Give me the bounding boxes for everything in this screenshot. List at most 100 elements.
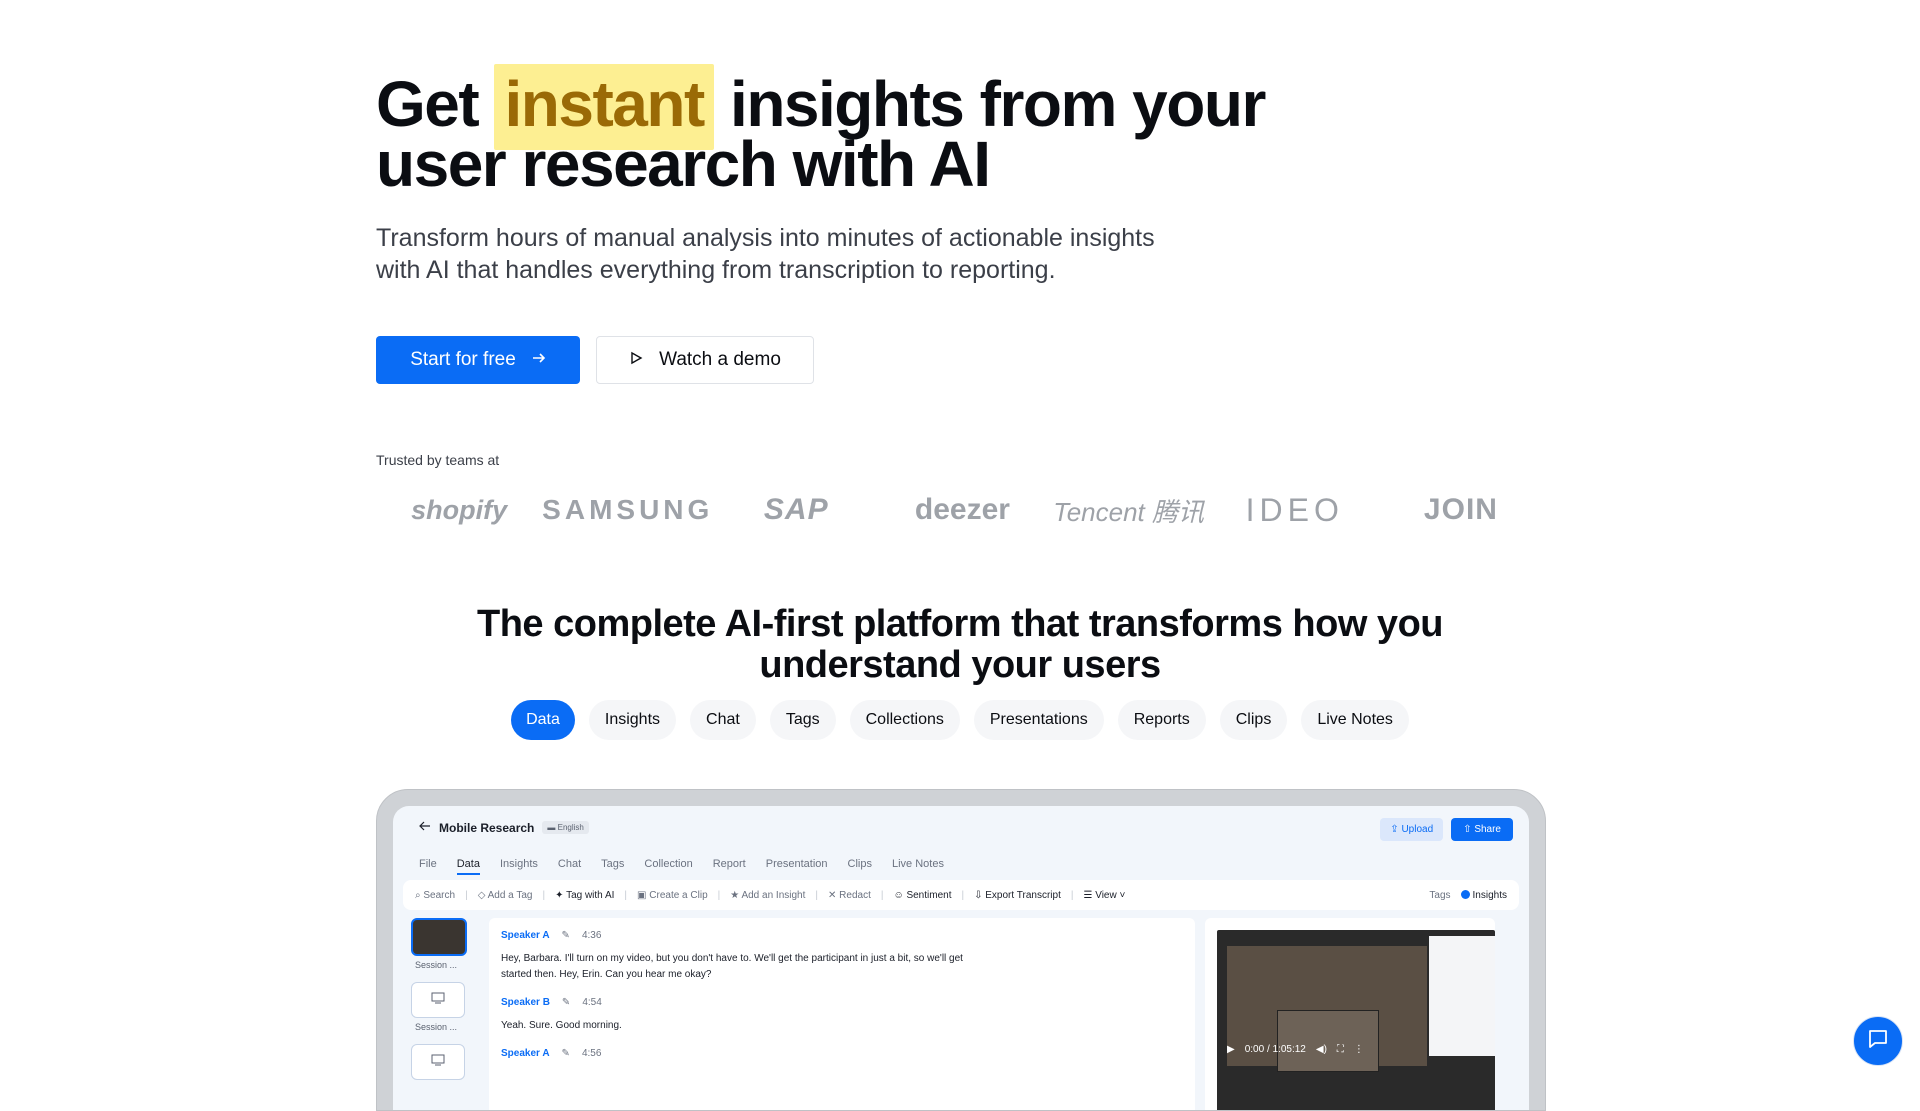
app-nav-data[interactable]: Data [456,858,480,875]
upload-label: Upload [1401,824,1434,835]
play-icon[interactable]: ▶ [1227,1044,1235,1055]
watch-demo-button[interactable]: Watch a demo [596,336,814,384]
tab-reports[interactable]: Reports [1117,700,1206,740]
logo-strip: shopify SAMSUNG SAP deezer Tencent 腾讯 ID… [376,488,1544,532]
toolbar-create-clip-label: Create a Clip [649,889,708,901]
speaker-name[interactable]: Speaker A [501,1048,550,1059]
toolbar-view[interactable]: ☰ View ˅ [1083,890,1125,901]
toolbar-redact-label: Redact [839,889,871,901]
arrow-right-icon [532,349,546,371]
toolbar-insights-label: Insights [1472,889,1507,901]
session-thumbnail[interactable] [411,918,467,956]
transcript-panel: Speaker A ✎ 4:36 Hey, Barbara. I'll turn… [489,918,1195,1110]
tab-tags[interactable]: Tags [769,700,836,740]
samsung-logo: SAMSUNG [542,494,714,525]
feature-tabs: Data Insights Chat Tags Collections Pres… [376,700,1544,740]
device-mockup: Mobile Research ▬ English ⇪ Upload ⇧ Sha… [376,789,1546,1111]
tab-clips[interactable]: Clips [1219,700,1288,740]
session-list: Session ... Session ... [411,918,467,1080]
toolbar-divider: | [624,889,628,901]
app-screen: Mobile Research ▬ English ⇪ Upload ⇧ Sha… [393,806,1529,1110]
tab-data[interactable]: Data [511,700,575,740]
language-label: English [557,823,584,832]
hero-title: Get instant insights from your user rese… [376,64,1376,196]
pencil-icon[interactable]: ✎ [562,997,570,1008]
timestamp[interactable]: 4:54 [582,997,601,1008]
app-nav-presentation[interactable]: Presentation [766,858,828,875]
toolbar-sentiment[interactable]: ☺ Sentiment [893,890,951,901]
toolbar-divider: | [961,889,965,901]
app-toolbar: ⌕ Search | ◇ Add a Tag | ✦ Tag with AI |… [403,880,1519,910]
back-arrow-icon[interactable] [419,820,431,835]
speaker-name[interactable]: Speaker B [501,997,550,1008]
shopify-logo: shopify [411,494,508,525]
toolbar-search[interactable]: ⌕ Search [415,890,455,901]
app-nav-insights[interactable]: Insights [500,858,538,875]
toolbar-create-clip[interactable]: ▣ Create a Clip [637,890,708,901]
toolbar-redact[interactable]: ✕ Redact [828,890,871,901]
video-file-icon [431,1053,445,1071]
upload-button[interactable]: ⇪ Upload [1380,818,1444,841]
timestamp[interactable]: 4:56 [582,1048,601,1059]
app-nav-collection[interactable]: Collection [644,858,692,875]
video-controls: ▶ 0:00 / 1:05:12 ◀) ⛶ ⋮ [1227,1044,1364,1055]
toolbar-tag-with-ai[interactable]: ✦ Tag with AI [555,890,614,901]
chat-support-button[interactable] [1853,1016,1903,1066]
chat-icon [1867,1028,1889,1055]
toolbar-divider: | [465,889,468,901]
deezer-logo: deezer [914,493,1010,526]
pencil-icon[interactable]: ✎ [562,930,570,941]
more-icon[interactable]: ⋮ [1354,1044,1364,1055]
app-header: Mobile Research ▬ English [419,820,589,835]
tab-presentations[interactable]: Presentations [973,700,1104,740]
tab-insights[interactable]: Insights [588,700,677,740]
join-logo: JOIN [1423,493,1498,526]
app-nav-tags[interactable]: Tags [601,858,624,875]
tab-collections[interactable]: Collections [849,700,960,740]
app-top-buttons: ⇪ Upload ⇧ Share [1380,818,1513,841]
app-nav-clips[interactable]: Clips [848,858,872,875]
fullscreen-icon[interactable]: ⛶ [1337,1044,1344,1055]
pencil-icon[interactable]: ✎ [562,1048,570,1059]
video-player[interactable]: ▶ 0:00 / 1:05:12 ◀) ⛶ ⋮ [1217,930,1495,1110]
speaker-name[interactable]: Speaker A [501,930,550,941]
toolbar-right: Tags Insights [1429,890,1507,901]
tab-live-notes[interactable]: Live Notes [1301,700,1409,740]
app-nav-file[interactable]: File [419,858,437,875]
watch-demo-label: Watch a demo [659,349,781,370]
toolbar-export-transcript-label: Export Transcript [985,889,1061,901]
video-frame-participant [1277,1010,1379,1072]
toolbar-divider: | [717,889,721,901]
app-nav-report[interactable]: Report [713,858,746,875]
toolbar-tags-toggle[interactable]: Tags [1429,890,1450,901]
toolbar-insights-toggle[interactable]: Insights [1460,889,1507,901]
toolbar-sentiment-label: Sentiment [906,889,952,901]
platform-title: The complete AI-first platform that tran… [476,603,1444,686]
start-for-free-button[interactable]: Start for free [376,336,580,384]
tab-chat[interactable]: Chat [690,700,756,740]
sap-logo: SAP [763,493,829,526]
toggle-dot-icon [1460,890,1470,900]
toolbar-add-insight[interactable]: ★ Add an Insight [730,890,805,901]
language-badge[interactable]: ▬ English [542,821,589,834]
transcript-line: Yeah. Sure. Good morning. [501,1020,622,1031]
toolbar-add-tag[interactable]: ◇ Add a Tag [478,890,533,901]
volume-icon[interactable]: ◀) [1316,1044,1327,1055]
toolbar-view-label: View [1095,889,1117,901]
session-thumbnail[interactable] [411,982,465,1018]
speaker-row: Speaker B ✎ 4:54 [501,997,1183,1008]
app-nav-chat[interactable]: Chat [558,858,581,875]
timestamp[interactable]: 4:36 [582,930,601,941]
app-nav: File Data Insights Chat Tags Collection … [419,858,944,875]
session-thumbnail[interactable] [411,1044,465,1080]
speaker-row: Speaker A ✎ 4:36 [501,930,1183,941]
speaker-row: Speaker A ✎ 4:56 [501,1048,1183,1059]
app-nav-live-notes[interactable]: Live Notes [892,858,944,875]
share-button[interactable]: ⇧ Share [1451,818,1513,841]
toolbar-divider: | [880,889,884,901]
toolbar-export-transcript[interactable]: ⇩ Export Transcript [974,890,1061,901]
toolbar-divider: | [1070,889,1074,901]
toolbar-add-tag-label: Add a Tag [487,889,533,901]
video-sidebar [1429,936,1495,1056]
video-file-icon [431,991,445,1009]
